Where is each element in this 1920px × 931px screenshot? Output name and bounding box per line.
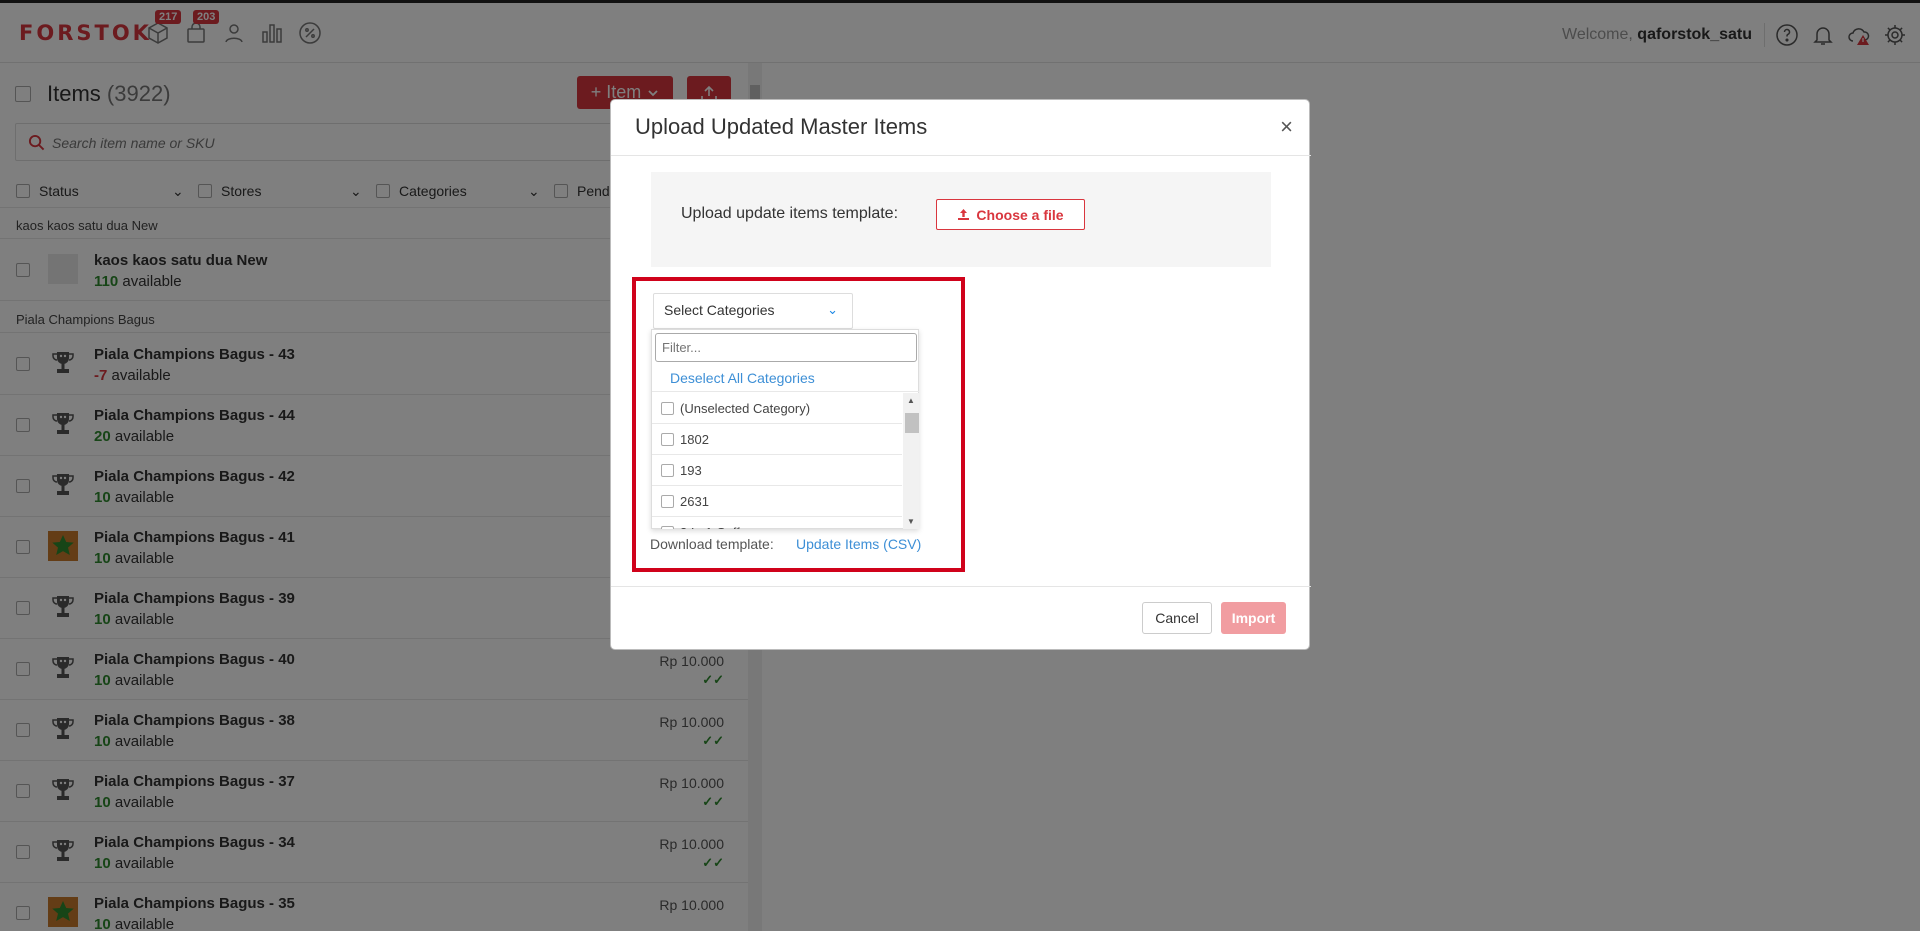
category-option[interactable]: 2631 xyxy=(652,486,902,517)
choose-file-button[interactable]: Choose a file xyxy=(936,199,1085,230)
upload-section: Upload update items template: Choose a f… xyxy=(651,172,1271,267)
category-label: 3 In 1 Coffee xyxy=(680,525,754,530)
scroll-down-icon[interactable]: ▼ xyxy=(907,517,915,526)
categories-highlight: Select Categories ⌄ Deselect All Categor… xyxy=(632,277,965,572)
deselect-all-categories[interactable]: Deselect All Categories xyxy=(652,364,919,392)
category-checkbox[interactable] xyxy=(661,494,674,508)
category-checkbox[interactable] xyxy=(661,525,674,529)
scroll-up-icon[interactable]: ▲ xyxy=(907,396,915,405)
category-checkbox[interactable] xyxy=(661,463,674,477)
category-filter-input[interactable] xyxy=(655,333,917,362)
upload-icon xyxy=(958,209,970,220)
category-option[interactable]: 1802 xyxy=(652,424,902,455)
upload-label: Upload update items template: xyxy=(681,205,899,222)
category-scrollbar[interactable]: ▲ ▼ xyxy=(903,393,919,529)
choose-file-label: Choose a file xyxy=(976,206,1064,223)
download-template-label: Download template: xyxy=(650,536,774,552)
modal-title: Upload Updated Master Items xyxy=(635,114,928,139)
close-icon[interactable]: × xyxy=(1280,114,1293,140)
category-checkbox[interactable] xyxy=(661,432,674,446)
scrollbar-thumb[interactable] xyxy=(905,413,919,433)
upload-master-items-modal: Upload Updated Master Items × Upload upd… xyxy=(610,99,1311,650)
import-button[interactable]: Import xyxy=(1221,602,1286,634)
divider xyxy=(611,586,1311,587)
cancel-button[interactable]: Cancel xyxy=(1142,602,1212,634)
category-option[interactable]: 193 xyxy=(652,455,902,486)
category-option[interactable]: 3 In 1 Coffee xyxy=(652,517,902,529)
category-options: (Unselected Category) 1802 193 2631 3 In 1 C… xyxy=(652,393,902,529)
download-csv-link[interactable]: Update Items (CSV) xyxy=(796,536,921,552)
divider xyxy=(611,155,1311,156)
category-label: 2631 xyxy=(680,493,709,509)
chevron-down-icon: ⌄ xyxy=(827,302,838,317)
category-checkbox[interactable] xyxy=(661,401,674,415)
categories-dropdown-panel: Deselect All Categories (Unselected Cate… xyxy=(651,329,919,529)
select-categories-dropdown[interactable]: Select Categories ⌄ xyxy=(653,293,853,329)
category-label: 193 xyxy=(680,462,702,478)
category-label: (Unselected Category) xyxy=(680,400,811,416)
category-option[interactable]: (Unselected Category) xyxy=(652,393,902,424)
category-label: 1802 xyxy=(680,431,709,447)
select-categories-label: Select Categories xyxy=(664,302,775,318)
